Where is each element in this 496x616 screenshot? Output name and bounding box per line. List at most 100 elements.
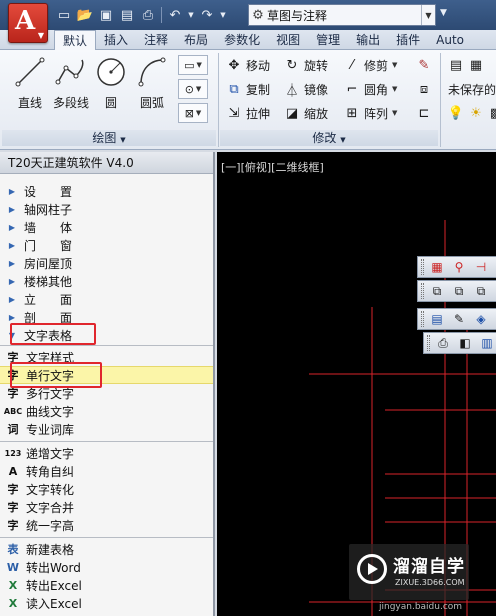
copy-button[interactable]: ⧉ 复制 <box>226 79 270 99</box>
expand-arrow-icon: ▶ <box>8 312 16 322</box>
array-icon: ⊞ <box>346 105 358 121</box>
command-export-word[interactable]: W 转出Word <box>0 558 213 576</box>
tab-default[interactable]: 默认 <box>54 30 97 51</box>
command-curved-text[interactable]: ABC 曲线文字 <box>0 402 213 420</box>
tab-insert[interactable]: 插入 <box>96 30 136 50</box>
polyline-tool-button[interactable]: 多段线 <box>51 56 91 111</box>
layer-dropdown[interactable]: 💡 ☀ ▩ <box>448 103 496 123</box>
category-settings[interactable]: ▶ 设 置 <box>0 182 213 200</box>
line-tool-button[interactable]: 直线 <box>10 56 50 111</box>
open-icon[interactable]: 📂 <box>76 6 94 24</box>
tab-layout[interactable]: 布局 <box>176 30 216 50</box>
edit-icon[interactable]: ✎ <box>450 310 468 328</box>
move-button[interactable]: ✥ 移动 <box>226 55 270 75</box>
chevron-down-icon: ▼ <box>340 136 346 144</box>
plot-icon[interactable]: ⎙ <box>434 334 452 352</box>
category-door-window[interactable]: ▶ 门 窗 <box>0 236 213 254</box>
command-text-convert[interactable]: 字文字转化 <box>0 480 213 498</box>
block-icon[interactable]: ⧉ <box>428 282 446 300</box>
table-icon[interactable]: ▥ <box>478 334 496 352</box>
command-export-excel[interactable]: X 转出Excel <box>0 576 213 594</box>
layers-icon[interactable]: ◈ <box>472 310 490 328</box>
draw-panel-title[interactable]: 绘图 ▼ <box>2 130 216 146</box>
toolbar-grip[interactable] <box>421 259 424 275</box>
trim-label: 修剪 <box>364 58 389 73</box>
scale-label: 缩放 <box>304 106 329 121</box>
grid-icon[interactable]: ▦ <box>428 258 446 276</box>
highlight-box <box>10 362 102 388</box>
saveas-icon[interactable]: ▤ <box>118 6 136 24</box>
block-icon[interactable]: ⧉ <box>472 282 490 300</box>
properties-icon[interactable]: ▤ <box>428 310 446 328</box>
move-icon: ✥ <box>228 57 240 73</box>
trim-button[interactable]: ⁄ 修剪 ▼ <box>344 55 398 75</box>
undo-dropdown-icon[interactable]: ▼ <box>187 6 195 24</box>
tab-autodesk[interactable]: Auto <box>428 30 472 50</box>
category-axis-column[interactable]: ▶ 轴网柱子 <box>0 200 213 218</box>
undo-icon[interactable]: ↶ <box>166 6 184 24</box>
chevron-down-icon: ▼ <box>120 136 126 144</box>
offset-button[interactable]: ⊏ <box>416 103 432 123</box>
tab-parametric[interactable]: 参数化 <box>216 30 268 50</box>
command-new-table[interactable]: 表新建表格 <box>0 540 213 558</box>
block-icon[interactable]: ⧉ <box>450 282 468 300</box>
command-unify-height[interactable]: 字统一字高 <box>0 516 213 534</box>
mirror-button[interactable]: ⏃ 镜像 <box>284 79 328 99</box>
drawing-canvas[interactable]: [一][俯视][二维线框] ▦ ⚲ ⊣ ⧉ ⧉ ⧉ ▤ ✎ ◈ ⎙ ◧ ▥ 溜溜… <box>217 152 496 616</box>
floating-toolbar: ▦ ⚲ ⊣ <box>417 256 496 278</box>
workspace-selector[interactable]: ⚙ 草图与注释 ▼ <box>248 4 436 26</box>
toolbar-grip[interactable] <box>427 335 430 351</box>
tab-plugins[interactable]: 插件 <box>388 30 428 50</box>
category-label: 楼梯其他 <box>24 274 73 289</box>
tab-annotate[interactable]: 注释 <box>136 30 176 50</box>
dimension-icon[interactable]: ⊣ <box>472 258 490 276</box>
circle-tool-button[interactable]: 圆 <box>91 56 131 111</box>
chevron-down-icon: ▼ <box>196 61 202 69</box>
category-label: 设 置 <box>24 184 73 199</box>
stretch-button[interactable]: ⇲ 拉伸 <box>226 103 270 123</box>
layer-icon: ▦ <box>469 57 483 73</box>
rotate-button[interactable]: ↻ 旋转 <box>284 55 328 75</box>
redo-dropdown-icon[interactable]: ▼ <box>219 6 227 24</box>
scale-button[interactable]: ◪ 缩放 <box>284 103 328 123</box>
save-icon[interactable]: ▣ <box>97 6 115 24</box>
axis-icon[interactable]: ⚲ <box>450 258 468 276</box>
tab-view[interactable]: 视图 <box>268 30 308 50</box>
fillet-button[interactable]: ⌐ 圆角 ▼ <box>344 79 398 99</box>
command-text-merge[interactable]: 字文字合并 <box>0 498 213 516</box>
region-tool-button[interactable]: ⊠ ▼ <box>178 103 208 123</box>
command-word-library[interactable]: 词专业词库 <box>0 420 213 438</box>
toolbar-grip[interactable] <box>421 311 424 327</box>
title-bar: ▭ 📂 ▣ ▤ ⎙ ↶ ▼ ↷ ▼ ⚙ 草图与注释 ▼ ▼ <box>0 0 496 30</box>
print-icon[interactable]: ⎙ <box>139 6 157 24</box>
command-angle-correct[interactable]: A 转角自纠 <box>0 462 213 480</box>
explode-button[interactable]: ⧈ <box>416 79 432 99</box>
new-icon[interactable]: ▭ <box>55 6 73 24</box>
qat-customize-icon[interactable]: ▼ <box>440 8 447 18</box>
tab-manage[interactable]: 管理 <box>308 30 348 50</box>
toolbar-grip[interactable] <box>421 283 424 299</box>
move-label: 移动 <box>246 58 271 73</box>
modify-panel-title[interactable]: 修改 ▼ <box>220 130 438 146</box>
erase-button[interactable]: ✎ <box>416 55 432 75</box>
arc-tool-button[interactable]: 圆弧 <box>132 56 172 111</box>
command-import-excel[interactable]: X 读入Excel <box>0 594 213 612</box>
hatch-tool-button[interactable]: ⊙ ▼ <box>178 79 208 99</box>
category-room-roof[interactable]: ▶ 房间屋顶 <box>0 254 213 272</box>
tab-output[interactable]: 输出 <box>348 30 388 50</box>
redo-icon[interactable]: ↷ <box>198 6 216 24</box>
layer-properties-button[interactable]: ▤ ▦ <box>448 55 484 75</box>
qat-separator <box>161 7 162 23</box>
category-elevation[interactable]: ▶ 立 面 <box>0 290 213 308</box>
category-wall[interactable]: ▶ 墙 体 <box>0 218 213 236</box>
chevron-down-icon: ▼ <box>195 109 202 117</box>
preview-icon[interactable]: ◧ <box>456 334 474 352</box>
layer-state-dropdown[interactable]: 未保存的 <box>448 79 496 99</box>
command-increment-text[interactable]: 123 递增文字 <box>0 444 213 462</box>
rectangle-tool-button[interactable]: ▭ ▼ <box>178 55 208 75</box>
array-button[interactable]: ⊞ 阵列 ▼ <box>344 103 398 123</box>
chevron-down-icon: ▼ <box>392 61 398 69</box>
category-stairs-other[interactable]: ▶ 楼梯其他 <box>0 272 213 290</box>
application-menu-button[interactable]: A ▼ <box>8 3 48 43</box>
command-label: 文字转化 <box>26 482 75 497</box>
